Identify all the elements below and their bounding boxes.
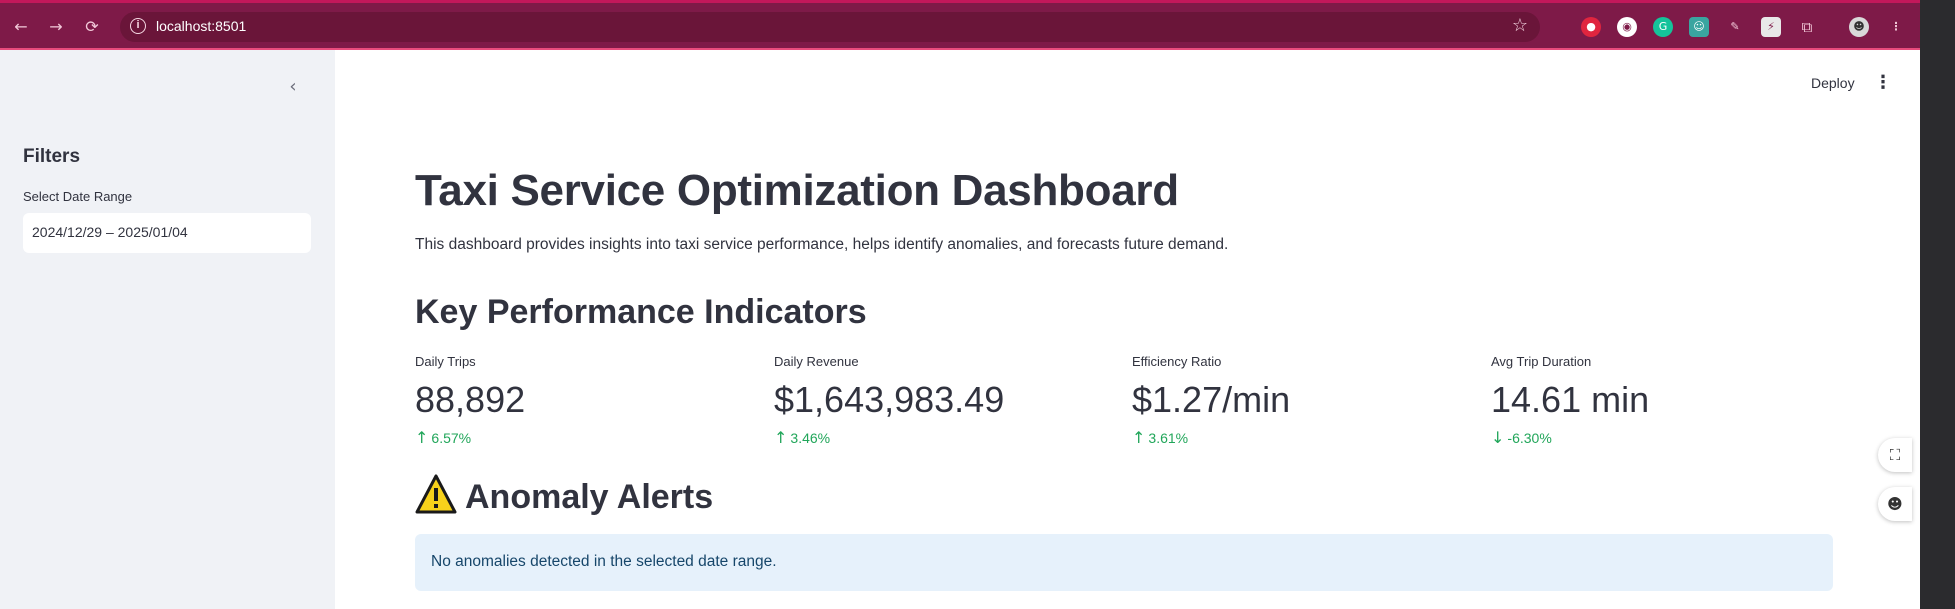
url-text: localhost:8501 (156, 18, 247, 34)
arrow-up-icon: ↑ (415, 428, 429, 447)
kpi-label: Efficiency Ratio (1132, 354, 1222, 369)
filters-title: Filters (23, 146, 81, 167)
anomaly-alerts-heading: Anomaly Alerts (415, 474, 713, 517)
kpi-value: 88,892 (415, 379, 526, 420)
deploy-button[interactable]: Deploy (1811, 75, 1855, 91)
grammarly-icon[interactable]: G (1653, 17, 1673, 37)
assistant-bot-icon[interactable]: ☻ (1878, 487, 1912, 521)
arrow-down-icon: ↓ (1491, 428, 1505, 447)
reader-icon[interactable]: ◉ (1617, 17, 1637, 37)
forward-icon[interactable]: → (44, 15, 68, 39)
kpi-delta: ↑ 3.61% (1132, 428, 1189, 447)
info-message: No anomalies detected in the selected da… (415, 534, 1833, 591)
puzzle-icon[interactable]: ⧉ (1797, 17, 1817, 37)
kpi-daily-revenue: Daily Revenue $1,643,983.49 ↑ 3.46% (774, 354, 1094, 447)
app-menu-icon[interactable]: ⋮ (1874, 72, 1892, 93)
kpi-delta: ↑ 6.57% (415, 428, 472, 447)
kpi-delta: ↓ -6.30% (1491, 428, 1552, 447)
profile-avatar-icon[interactable]: ☻ (1849, 17, 1869, 37)
kpi-value: $1.27/min (1132, 379, 1291, 420)
kpi-value: 14.61 min (1491, 379, 1650, 420)
page-title: Taxi Service Optimization Dashboard (415, 166, 1179, 215)
address-bar[interactable]: i localhost:8501 ☆ (120, 12, 1540, 42)
bookmark-star-icon[interactable]: ☆ (1512, 15, 1528, 36)
date-range-input[interactable]: 2024/12/29 – 2025/01/04 (23, 213, 311, 253)
reload-icon[interactable]: ⟳ (80, 15, 104, 39)
record-icon[interactable]: ● (1581, 17, 1601, 37)
site-info-icon[interactable]: i (130, 18, 146, 34)
bolt-icon[interactable]: ⚡ (1761, 17, 1781, 37)
kpi-value: $1,643,983.49 (774, 379, 1005, 420)
bot-icon[interactable]: ☺ (1689, 17, 1709, 37)
collapse-sidebar-icon[interactable]: ‹ (283, 77, 303, 97)
warning-icon (415, 474, 457, 514)
screen-edge (1920, 0, 1955, 609)
kpi-daily-trips: Daily Trips 88,892 ↑ 6.57% (415, 354, 735, 447)
kpi-heading: Key Performance Indicators (415, 293, 867, 331)
arrow-up-icon: ↑ (1132, 428, 1146, 447)
date-range-label: Select Date Range (23, 189, 133, 204)
anomaly-alerts-title: Anomaly Alerts (465, 478, 714, 516)
kpi-label: Daily Trips (415, 354, 476, 369)
kpi-delta: ↑ 3.46% (774, 428, 831, 447)
arrow-up-icon: ↑ (774, 428, 788, 447)
page-description: This dashboard provides insights into ta… (415, 236, 1229, 253)
sidebar: ‹ Filters Select Date Range 2024/12/29 –… (0, 50, 335, 609)
kpi-efficiency-ratio: Efficiency Ratio $1.27/min ↑ 3.61% (1132, 354, 1452, 447)
kpi-avg-trip-duration: Avg Trip Duration 14.61 min ↓ -6.30% (1491, 354, 1811, 447)
kpi-label: Daily Revenue (774, 354, 859, 369)
kpi-label: Avg Trip Duration (1491, 354, 1592, 369)
browser-menu-icon[interactable]: ⋮ (1886, 17, 1906, 37)
back-icon[interactable]: ← (9, 15, 33, 39)
main-content: Deploy ⋮ Taxi Service Optimization Dashb… (335, 50, 1920, 609)
screenshot-capture-icon[interactable]: ⛶ (1878, 438, 1912, 472)
pen-icon[interactable]: ✎ (1725, 17, 1745, 37)
browser-toolbar: ← → ⟳ i localhost:8501 ☆ ● ◉ G ☺ ✎ ⚡ ⧉ ☻… (0, 0, 1920, 50)
